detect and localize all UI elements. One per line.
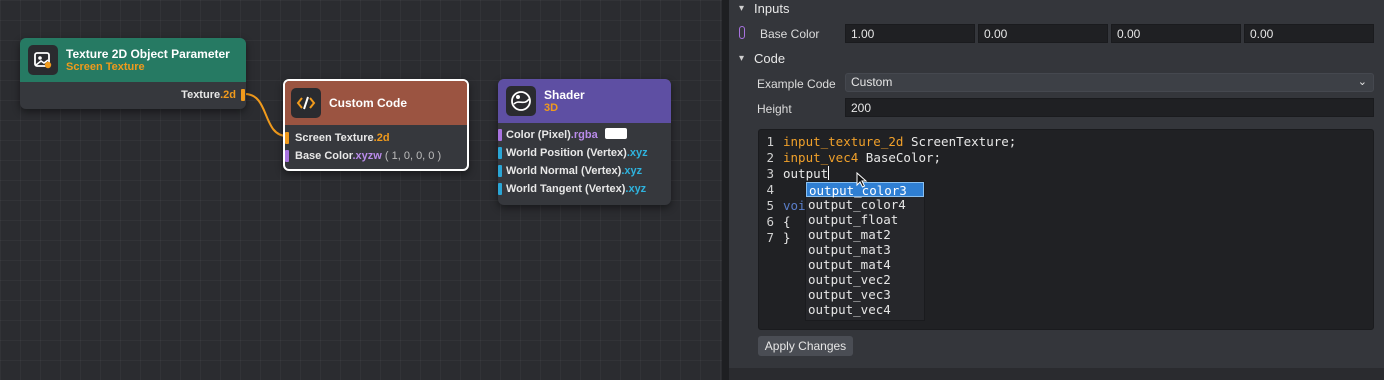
chevron-down-icon: ⌄ [1357,76,1367,88]
screen-texture-input-port[interactable]: Screen Texture.2d [285,129,390,147]
code-text: BaseColor; [858,150,942,165]
autocomplete-item[interactable]: output_mat4 [806,257,924,272]
panel-splitter[interactable] [722,0,729,380]
chevron-down-icon: ▾ [739,53,745,64]
base-color-z-field[interactable] [1111,24,1241,43]
custom-code-node[interactable]: Custom Code Screen Texture.2d Base Color… [283,79,469,171]
line-number: 1 [766,134,774,149]
port-label: World Position (Vertex) [506,147,627,159]
code-text: } [783,230,791,245]
code-line: output [783,166,1016,182]
autocomplete-item[interactable]: output_vec3 [806,287,924,302]
port-label: Texture [181,89,221,101]
shader-node[interactable]: Shader 3D Color (Pixel).rgba World Posit… [498,79,671,205]
image-settings-icon [28,45,58,75]
node-graph-canvas[interactable]: Texture 2D Object Parameter Screen Textu… [0,0,722,380]
code-section-header[interactable]: ▾ Code [739,51,785,66]
base-color-input-port[interactable]: Base Color.xyzw ( 1, 0, 0, 0 ) [285,147,442,165]
code-keyword: input_texture_2d [783,134,904,149]
world-normal-input-port[interactable]: World Normal (Vertex).xyz [498,162,643,180]
port-type: .xyzw [352,150,382,162]
input-pin[interactable] [285,150,289,162]
texture-output-port[interactable]: Texture.2d [181,86,245,104]
node-header: Texture 2D Object Parameter Screen Textu… [20,38,246,82]
autocomplete-item[interactable]: output_vec4 [806,302,924,317]
line-number: 2 [766,150,774,165]
inputs-section-header[interactable]: ▾ Inputs [739,1,789,16]
port-type: .2d [220,89,236,101]
line-number-gutter: 1 2 3 4 5 6 7 [759,134,779,246]
code-brackets-icon [291,88,321,118]
autocomplete-item[interactable]: output_mat3 [806,242,924,257]
input-pin[interactable] [498,129,502,141]
code-text: { [783,214,791,229]
chevron-down-icon: ▾ [739,3,745,14]
world-position-input-port[interactable]: World Position (Vertex).xyz [498,144,648,162]
select-value: Custom [851,75,893,89]
example-code-label: Example Code [757,77,836,91]
node-title: Texture 2D Object Parameter [66,46,230,61]
node-header: Shader 3D [498,79,671,123]
color-pixel-input-port[interactable]: Color (Pixel).rgba [498,126,627,144]
line-number: 4 [766,182,774,197]
port-type: .xyz [625,183,647,195]
world-tangent-input-port[interactable]: World Tangent (Vertex).xyz [498,180,647,198]
port-label: Screen Texture [295,132,374,144]
node-title: Shader [544,87,585,102]
code-text: ScreenTexture; [903,134,1017,149]
base-color-y-field[interactable] [978,24,1108,43]
port-label: Color (Pixel) [506,129,571,141]
node-subtitle: 3D [544,101,559,114]
line-number: 6 [766,214,774,229]
node-header: Custom Code [285,81,467,125]
node-subtitle: Screen Texture [66,60,145,73]
input-pin[interactable] [498,147,502,159]
color-swatch[interactable] [604,128,627,139]
port-type: .rgba [570,129,598,141]
autocomplete-item[interactable]: output_color4 [806,197,924,212]
code-line: input_vec4 BaseColor; [783,150,1016,166]
port-type: .xyz [621,165,643,177]
line-number: 7 [766,230,774,245]
section-title: Inputs [754,1,790,16]
panel-footer [729,368,1384,380]
code-line: input_texture_2d ScreenTexture; [783,134,1016,150]
output-pin[interactable] [241,89,245,101]
autocomplete-item[interactable]: output_float [806,212,924,227]
height-field[interactable] [845,98,1374,117]
port-default-value: ( 1, 0, 0, 0 ) [381,150,442,162]
input-pin[interactable] [498,165,502,177]
code-text: output [783,166,829,181]
autocomplete-item[interactable]: output_vec2 [806,272,924,287]
node-title: Custom Code [329,96,407,110]
texture-parameter-node[interactable]: Texture 2D Object Parameter Screen Textu… [20,38,246,109]
autocomplete-popup[interactable]: output_color3 output_color4 output_float… [805,181,925,321]
port-type: .xyz [626,147,648,159]
base-color-x-field[interactable] [845,24,975,43]
port-label: Base Color [295,150,353,162]
apply-changes-button[interactable]: Apply Changes [758,336,853,356]
sphere-icon [506,86,536,116]
line-number: 3 [766,166,774,181]
input-type-badge [739,26,745,39]
example-code-select[interactable]: Custom ⌄ [845,73,1374,92]
mouse-cursor-icon [856,172,868,188]
line-number: 5 [766,198,774,213]
port-type: .2d [373,132,390,144]
section-title: Code [754,51,786,66]
height-label: Height [757,102,792,116]
port-label: World Tangent (Vertex) [506,183,626,195]
base-color-w-field[interactable] [1244,24,1374,43]
port-label: World Normal (Vertex) [506,165,622,177]
input-pin[interactable] [285,132,289,144]
code-keyword: input_vec4 [783,150,859,165]
code-keyword: voi [783,198,806,213]
input-pin[interactable] [498,183,502,195]
text-caret [828,166,830,180]
autocomplete-item[interactable]: output_mat2 [806,227,924,242]
base-color-label: Base Color [760,27,820,41]
